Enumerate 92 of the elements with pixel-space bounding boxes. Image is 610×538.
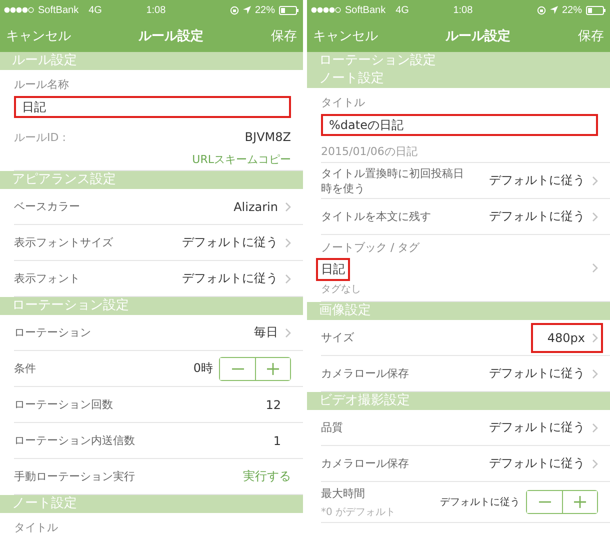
note-text: *0 がデフォルト [321,506,396,518]
row-value: デフォルトに従う [182,234,278,251]
rotation-lock-icon [536,6,546,14]
increment-button[interactable] [255,358,290,380]
row-value: デフォルトに従う [489,455,585,472]
settings-row[interactable]: 表示フォントサイズ デフォルトに従う [14,225,303,261]
chevron-icon [592,176,598,186]
battery-icon [278,6,299,14]
section-header: 画像設定 [307,302,610,320]
row-label: 品質 [321,420,343,435]
row-value: 1 [273,434,281,448]
section-header: ローテーション設定 [0,297,303,315]
settings-row[interactable]: ベースカラー Alizarin [14,189,303,225]
increment-button[interactable] [562,491,597,513]
field-label: ルール名称 [14,77,69,92]
carrier-name: SoftBank [38,4,79,16]
row-value: 12 [266,398,281,412]
chevron-icon [592,263,598,273]
location-icon [242,6,251,14]
row-label: カメラロール保存 [321,456,409,471]
row-value: Alizarin [234,200,278,214]
row-label: 手動ローテーション実行 [14,469,135,484]
screen-title: ルール設定 [138,28,204,45]
battery-percent: 22% [254,4,275,16]
field-label: タイトル [321,95,365,110]
row-label: サイズ [321,330,354,345]
section-header: ルール設定 [0,52,303,70]
row-label: タイトルを本文に残す [321,209,431,224]
chevron-icon [285,328,291,338]
settings-row[interactable]: タイトルを本文に残す デフォルトに従う [321,199,610,235]
network-type: 4G [396,4,409,16]
row-label: 条件 [14,361,36,376]
chevron-icon [285,274,291,284]
row-label: ルールID : [14,130,66,144]
row-value: デフォルトに従う [440,496,520,509]
status-time: 1:08 [453,4,473,16]
network-type: 4G [88,4,102,16]
plus-icon [267,362,279,374]
row-value: デフォルトに従う [489,365,585,382]
signal-icon [311,7,341,13]
section-header: ノート設定 [307,70,610,88]
carrier-name: SoftBank [345,4,386,16]
screen-title: ルール設定 [446,28,510,45]
row-value: 0時 [193,360,213,377]
settings-row[interactable]: 品質 デフォルトに従う [321,410,610,446]
settings-row[interactable]: タイトル置換時に初回投稿日時を使う デフォルトに従う [321,163,610,199]
chevron-icon [285,238,291,248]
status-time: 1:08 [146,4,166,16]
row-value: BJVM8Z [244,130,291,144]
battery-icon [586,6,606,14]
settings-row[interactable]: カメラロール保存 デフォルトに従う [321,446,610,482]
row-label: ローテーション回数 [14,397,113,412]
row-label: ノートブック / タグ [321,240,420,255]
input-field[interactable]: 日記 [14,96,291,118]
row-label: カメラロール保存 [321,366,409,381]
row-value: デフォルトに従う [182,270,278,287]
stepper-control[interactable] [526,490,598,514]
plus-icon [574,496,586,508]
chevron-icon [592,422,598,432]
chevron-icon [592,368,598,378]
notebook-name: 日記 [316,258,350,281]
chevron-icon [592,332,598,342]
row-value: 毎日 [254,324,278,341]
stepper-control[interactable] [219,356,291,380]
section-header: アピアランス設定 [0,171,303,189]
signal-icon [4,7,34,13]
row-value: デフォルトに従う [489,419,585,436]
battery-percent: 22% [562,4,582,16]
location-icon [550,6,558,14]
row-label: ローテーション [14,325,91,340]
preview-text: 2015/01/06の日記 [321,144,418,158]
section-header: ノート設定 [0,495,303,513]
row-label: 表示フォント [14,271,80,286]
rotation-lock-icon [230,6,239,14]
tag-text: タグなし [321,283,361,296]
section-header: ビデオ撮影設定 [307,392,610,410]
row-label: 表示フォントサイズ [14,235,113,250]
settings-row[interactable]: ローテーション 毎日 [14,315,303,351]
input-field[interactable]: %dateの日記 [321,114,598,136]
chevron-icon [285,202,291,212]
row-label: ローテーション内送信数 [14,433,135,448]
row-label: タイトル置換時に初回投稿日時を使う [321,166,465,196]
row-value: デフォルトに従う [489,172,585,189]
row-value: 480px [547,330,585,344]
row-label: ベースカラー [14,199,80,214]
row-value: デフォルトに従う [489,208,585,225]
chevron-icon [592,212,598,222]
settings-row[interactable]: サイズ 480px [321,320,610,356]
field-label: タイトル [14,520,58,535]
section-header: ローテーション設定 [307,52,610,70]
chevron-icon [592,458,598,468]
row-label: 最大時間 [321,486,365,500]
